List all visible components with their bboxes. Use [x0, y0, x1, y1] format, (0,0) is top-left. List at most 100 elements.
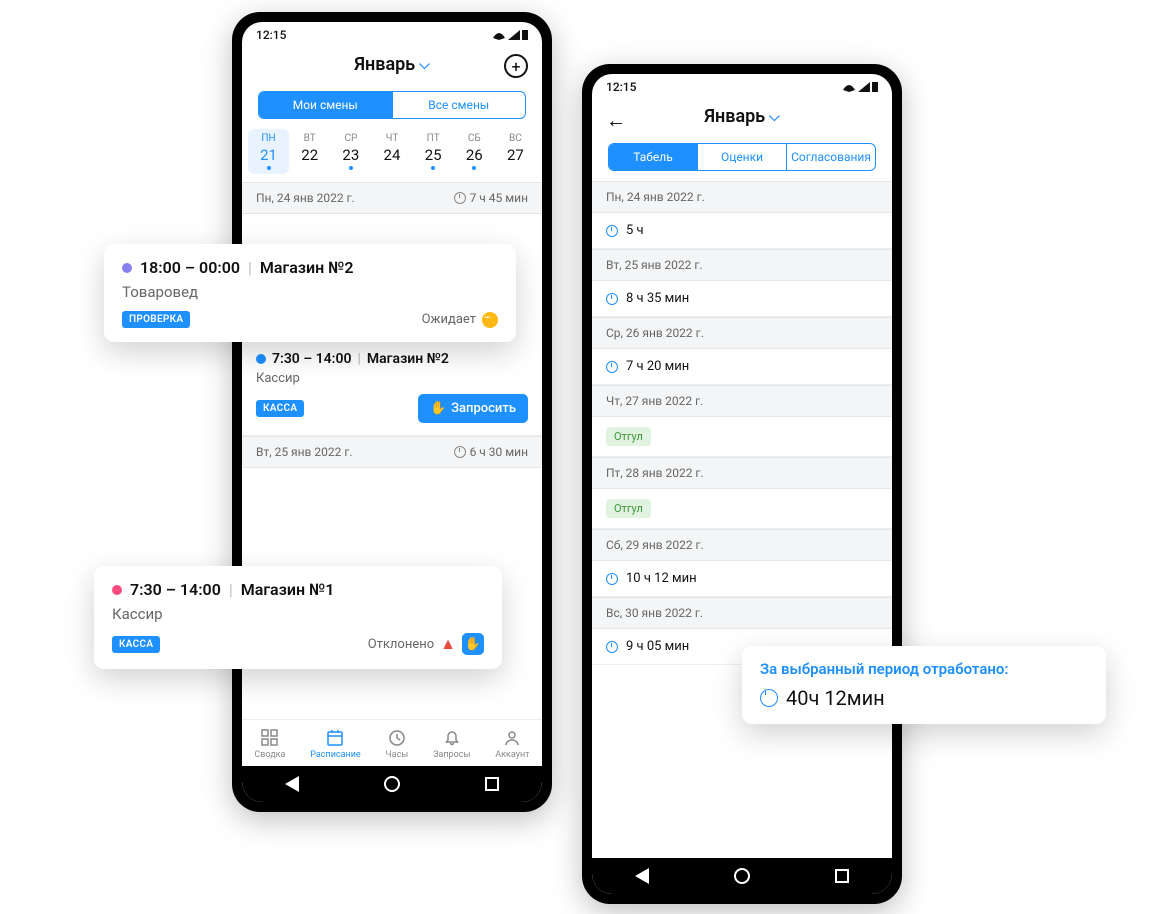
android-home[interactable]	[384, 776, 400, 792]
calendar-day[interactable]: ПН21	[248, 129, 289, 174]
shift-color-dot	[112, 585, 122, 595]
pending-icon	[482, 312, 498, 328]
calendar-day[interactable]: СР23	[330, 129, 371, 174]
android-back[interactable]	[285, 776, 299, 792]
nav-summary[interactable]: Сводка	[254, 728, 285, 760]
hours-row[interactable]: 7 ч 20 мин	[592, 349, 892, 385]
status-icons	[492, 30, 528, 40]
hours-row[interactable]: 8 ч 35 мин	[592, 281, 892, 317]
phone-schedule: 12:15 Январь ⌵ + Мои смены Все смены ПН2…	[232, 12, 552, 812]
request-button[interactable]: ✋ Запросить	[418, 394, 528, 423]
day-header: Вс, 30 янв 2022 г.	[592, 597, 892, 629]
nav-label: Расписание	[310, 750, 360, 760]
section-duration: 7 ч 45 мин	[470, 191, 528, 205]
shift-role: Кассир	[256, 371, 528, 386]
status-icons	[842, 82, 878, 92]
separator: |	[357, 351, 360, 367]
total-value: 40ч 12мин	[786, 686, 885, 710]
calendar-day[interactable]: ВТ22	[289, 129, 330, 174]
bottom-nav: Сводка Расписание Часы Запросы	[242, 719, 542, 766]
android-nav	[242, 766, 542, 802]
section-date: Пн, 24 янв 2022 г.	[256, 191, 355, 205]
calendar-day[interactable]: ВС27	[495, 129, 536, 174]
total-title: За выбранный период отработано:	[760, 660, 1088, 678]
nav-label: Часы	[386, 750, 409, 760]
shift-popup-rejected: 7:30 – 14:00 | Магазин №1 Кассир КАССА О…	[94, 566, 502, 669]
open-shift-card[interactable]: 7:30 – 14:00 | Магазин №2 Кассир КАССА ✋…	[242, 341, 542, 436]
shift-role: Товаровед	[122, 283, 498, 301]
shift-tag: ПРОВЕРКА	[122, 311, 190, 328]
shift-color-dot	[256, 354, 266, 364]
hours-tabs: Табель Оценки Согласования	[608, 143, 876, 171]
shift-time: 7:30 – 14:00	[130, 580, 221, 599]
clock-icon	[606, 293, 618, 305]
bell-icon	[442, 728, 462, 748]
hand-icon[interactable]: ✋	[462, 633, 484, 655]
signal-icon	[858, 82, 870, 92]
calendar-day[interactable]: ПТ25	[413, 129, 454, 174]
day-header: Вт, 25 янв 2022 г.	[592, 249, 892, 281]
back-button[interactable]: ←	[606, 108, 626, 133]
shift-tag: КАССА	[112, 636, 160, 653]
day-header: Чт, 27 янв 2022 г.	[592, 385, 892, 417]
android-recent[interactable]	[485, 777, 499, 791]
chevron-down-icon: ⌵	[769, 109, 780, 125]
calendar-day[interactable]: ЧТ24	[371, 129, 412, 174]
warning-icon: ▲	[440, 634, 456, 654]
clock-icon	[606, 361, 618, 373]
tab-my-shifts[interactable]: Мои смены	[259, 92, 392, 118]
hours-row[interactable]: 5 ч	[592, 213, 892, 249]
nav-account[interactable]: Аккаунт	[495, 728, 529, 760]
clock-icon	[454, 446, 466, 458]
wifi-icon	[492, 30, 506, 40]
user-icon	[502, 728, 522, 748]
status-bar: 12:15	[592, 74, 892, 96]
android-nav	[592, 858, 892, 894]
shift-time: 18:00 – 00:00	[140, 258, 240, 277]
tab-timesheet[interactable]: Табель	[609, 144, 697, 170]
request-label: Запросить	[451, 401, 516, 416]
nav-hours[interactable]: Часы	[386, 728, 409, 760]
section-date: Вт, 25 янв 2022 г.	[256, 445, 353, 459]
wifi-icon	[842, 82, 856, 92]
month-selector[interactable]: Январь ⌵	[354, 54, 430, 75]
status-text: Отклонено	[368, 637, 434, 652]
shift-store: Магазин №2	[367, 351, 449, 367]
add-button[interactable]: +	[504, 54, 528, 78]
day-header: Пн, 24 янв 2022 г.	[592, 181, 892, 213]
battery-icon	[872, 82, 878, 92]
hours-row[interactable]: 10 ч 12 мин	[592, 561, 892, 597]
total-worked-popup: За выбранный период отработано: 40ч 12ми…	[742, 646, 1106, 724]
grid-icon	[260, 728, 280, 748]
month-selector[interactable]: Январь ⌵	[704, 106, 780, 127]
nav-schedule[interactable]: Расписание	[310, 728, 360, 760]
separator: |	[229, 580, 233, 599]
day-header: Ср, 26 янв 2022 г.	[592, 317, 892, 349]
month-label: Январь	[704, 106, 765, 127]
calendar-day[interactable]: СБ26	[454, 129, 495, 174]
shift-store: Магазин №2	[260, 258, 354, 277]
tab-ratings[interactable]: Оценки	[697, 144, 786, 170]
shift-role: Кассир	[112, 605, 484, 623]
section-duration: 6 ч 30 мин	[470, 445, 528, 459]
android-home[interactable]	[734, 868, 750, 884]
clock-icon	[606, 225, 618, 237]
clock-icon	[387, 728, 407, 748]
signal-icon	[508, 30, 520, 40]
android-recent[interactable]	[835, 869, 849, 883]
hand-icon: ✋	[430, 401, 446, 416]
nav-requests[interactable]: Запросы	[433, 728, 470, 760]
shift-color-dot	[122, 263, 132, 273]
nav-label: Запросы	[433, 750, 470, 760]
dayoff-row[interactable]: Отгул	[592, 417, 892, 457]
tab-approvals[interactable]: Согласования	[786, 144, 875, 170]
status-time: 12:15	[606, 80, 636, 94]
android-back[interactable]	[635, 868, 649, 884]
calendar-icon	[325, 728, 345, 748]
day-header: Пт, 28 янв 2022 г.	[592, 457, 892, 489]
separator: |	[248, 258, 252, 277]
dayoff-row[interactable]: Отгул	[592, 489, 892, 529]
clock-icon	[760, 689, 778, 707]
tab-all-shifts[interactable]: Все смены	[392, 92, 526, 118]
nav-label: Сводка	[254, 750, 285, 760]
